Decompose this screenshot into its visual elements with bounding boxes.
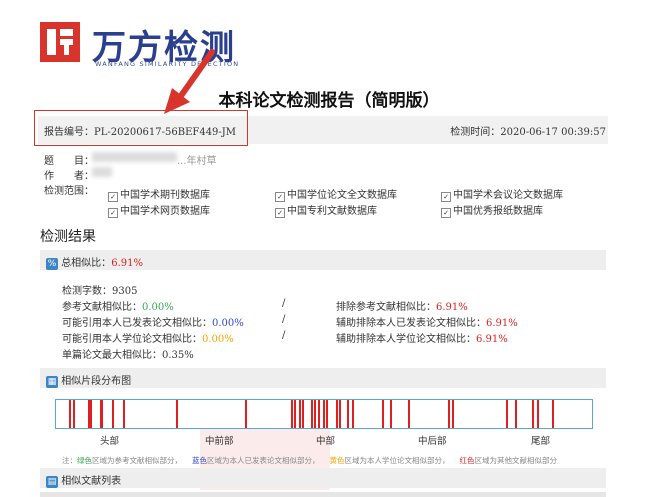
axis-label-head: 头部 [100, 436, 120, 447]
slash: / [282, 330, 286, 341]
similarity-segment [311, 400, 313, 428]
total-similarity: % 总相似比：6.91% [46, 258, 143, 270]
ref-similarity: 参考文献相似比：0.00% [62, 302, 174, 313]
checkbox-icon: ✓ [275, 208, 285, 218]
scope-label: 检测范围： [44, 186, 94, 197]
similarity-segment [291, 400, 293, 428]
similarity-segment [318, 400, 320, 428]
checkbox-icon: ✓ [108, 192, 118, 202]
author-label: 作者： [44, 171, 94, 182]
similarity-segment [314, 400, 316, 428]
redacted-author [92, 167, 112, 177]
similarity-segment [326, 400, 328, 428]
similarity-segment [299, 400, 301, 428]
excl-self-pub-similarity: 辅助排除本人已发表论文相似比：6.91% [336, 318, 518, 329]
similarity-segment [408, 400, 410, 428]
db-item: ✓ 中国优秀报纸数据库 [441, 202, 543, 218]
logo-mark-icon [40, 22, 80, 62]
redacted-topic [92, 152, 177, 162]
grid-icon: ▦ [46, 376, 58, 388]
report-number: 报告编号：PL-20200617-56BEF449-JM [44, 127, 237, 138]
checkbox-icon: ✓ [275, 192, 285, 202]
topic-tail: ...年村草 [177, 156, 217, 167]
similarity-segment [101, 400, 103, 428]
db-item: ✓ 中国学术期刊数据库 [108, 186, 210, 202]
axis-label-back: 中后部 [418, 436, 447, 447]
similarity-segment [323, 400, 325, 428]
slash: / [282, 314, 286, 325]
excl-self-thesis-similarity: 辅助排除本人学位论文相似比：6.91% [336, 334, 508, 345]
legend-note: 注：绿色区域为参考文献相似部分， 蓝色区域为本人已发表论文相似部分， 黄色区域为本人… [62, 456, 557, 465]
similarity-segment [537, 400, 539, 428]
similarity-segment [336, 400, 338, 428]
axis-label-front: 中前部 [205, 436, 234, 447]
similarity-segment [390, 400, 392, 428]
axis-label-tail: 尾部 [531, 436, 551, 447]
similarity-segment [90, 400, 92, 428]
similarity-segment [452, 400, 454, 428]
similarity-segment [382, 400, 384, 428]
similarity-segment [302, 400, 304, 428]
topic-label: 题目： [44, 156, 94, 167]
self-thesis-similarity: 可能引用本人学位论文相似比：0.00% [62, 334, 234, 345]
similarity-segment [339, 400, 341, 428]
checkbox-icon: ✓ [108, 208, 118, 218]
similarity-segment [245, 400, 247, 428]
similarity-segment [352, 400, 354, 428]
similarity-segment [176, 400, 178, 428]
max-single-similarity: 单篇论文最大相似比：0.35% [62, 350, 194, 361]
self-pub-similarity: 可能引用本人已发表论文相似比：0.00% [62, 318, 244, 329]
list-heading: ▤ 相似文献列表 [46, 476, 122, 488]
report-time: 检测时间：2020-06-17 00:39:57 [450, 127, 606, 138]
similarity-segment [69, 400, 71, 428]
similarity-segment [448, 400, 450, 428]
axis-label-middle: 中部 [316, 436, 336, 447]
checkbox-icon: ✓ [441, 208, 451, 218]
results-heading: 检测结果 [40, 229, 96, 245]
similarity-segment [347, 400, 349, 428]
similarity-segment [123, 400, 125, 428]
word-count: 检测字数：9305 [62, 286, 138, 297]
list-table-header [40, 492, 606, 497]
db-item: ✓ 中国学术会议论文数据库 [441, 186, 563, 202]
similarity-segment [532, 400, 534, 428]
distribution-chart [55, 399, 593, 429]
db-item: ✓ 中国学位论文全文数据库 [275, 186, 397, 202]
percent-icon: % [46, 258, 58, 270]
slash: / [282, 298, 286, 309]
excl-ref-similarity: 排除参考文献相似比：6.91% [336, 302, 468, 313]
checkbox-icon: ✓ [441, 192, 451, 202]
distribution-heading: ▦ 相似片段分布图 [46, 376, 132, 388]
similarity-segment [294, 400, 296, 428]
similarity-segment [506, 400, 508, 428]
similarity-segment [73, 400, 75, 428]
report-title: 本科论文检测报告（简明版） [218, 91, 440, 111]
document-icon: ▤ [46, 476, 58, 488]
db-item: ✓ 中国学术网页数据库 [108, 202, 210, 218]
similarity-segment [515, 400, 517, 428]
db-item: ✓ 中国专利文献数据库 [275, 202, 377, 218]
list-bar [40, 468, 606, 488]
similarity-segment [552, 400, 554, 428]
similarity-segment [112, 400, 114, 428]
